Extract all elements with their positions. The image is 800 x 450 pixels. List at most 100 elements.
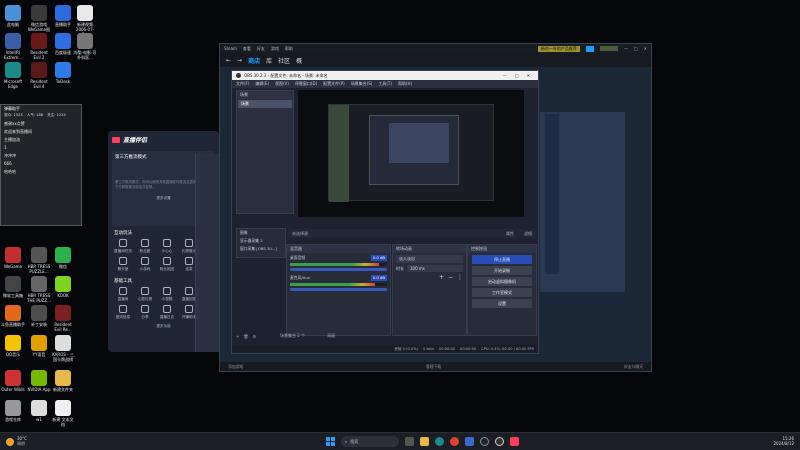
steam-menu-3[interactable]: 游戏 <box>271 46 279 52</box>
desktop-icon[interactable]: Resident Evil 4 <box>27 62 51 89</box>
interact-tool[interactable]: 小游戏 <box>134 257 156 272</box>
desktop-icon[interactable]: 新建文件夹 <box>51 370 75 392</box>
steam-menu-2[interactable]: 好友 <box>257 46 265 52</box>
interact-tool[interactable]: 粉丝团 <box>134 239 156 254</box>
steam-taskbar-icon[interactable] <box>480 437 489 446</box>
obs-close-icon[interactable]: ✕ <box>527 73 530 78</box>
clock-date[interactable]: 2024/8/12 <box>773 441 794 446</box>
friends-chat-button[interactable]: 好友与聊天 <box>624 364 643 370</box>
desktop-icon[interactable]: 直播助手 <box>51 5 75 27</box>
desktop-icon[interactable]: 斗鱼直播助手 <box>1 305 25 327</box>
obs-taskbar-icon[interactable] <box>495 437 504 446</box>
obs-maximize-icon[interactable]: □ <box>515 73 519 78</box>
nav-profile[interactable]: 概 <box>296 56 302 65</box>
scene-item[interactable]: 场景 <box>238 100 292 108</box>
obs-menu-item[interactable]: 工具(T) <box>378 81 392 87</box>
stop-streaming-button[interactable]: 停止直播 <box>472 255 532 264</box>
interact-tool[interactable]: 聊天室 <box>112 257 134 272</box>
desktop-icon[interactable]: 冷酷-电影-可外科医... <box>73 33 97 60</box>
desktop-icon[interactable]: KAROS - 三国卡牌战棋 <box>51 335 75 362</box>
base-tool[interactable]: 分享 <box>134 305 156 320</box>
forward-icon[interactable]: → <box>237 57 242 64</box>
filters-button[interactable]: 滤镜 <box>524 231 532 237</box>
steam-menu-0[interactable]: Steam <box>224 46 237 51</box>
store-icon[interactable] <box>465 437 474 446</box>
steam-avatar[interactable] <box>599 46 618 51</box>
desktop-icon[interactable]: 游戏仓库 <box>1 400 25 422</box>
add-scene-icon[interactable]: + <box>236 334 239 339</box>
volume-slider[interactable] <box>290 288 387 291</box>
virtual-camera-button[interactable]: 启动虚拟摄像机 <box>472 277 532 286</box>
nav-community[interactable]: 社区 <box>278 56 290 65</box>
settings-button[interactable]: 设置 <box>472 299 532 308</box>
source-item-1[interactable]: 显示器采集 2 <box>237 237 285 245</box>
interact-tool[interactable]: 粉丝团送 <box>156 257 178 272</box>
nav-store[interactable]: 商店 <box>248 56 260 65</box>
base-tool[interactable]: 心愿礼物 <box>134 287 156 302</box>
explorer-icon[interactable] <box>420 437 429 446</box>
scene-filter-icon[interactable]: ⚙ <box>252 334 256 339</box>
base-tool[interactable]: 小视频 <box>156 287 178 302</box>
desktop-icon[interactable]: 新建 文本文档 <box>51 400 75 427</box>
obs-menu-item[interactable]: 场景集合(S) <box>351 81 373 87</box>
volume-slider[interactable] <box>290 268 387 271</box>
desktop-icon[interactable]: NVIDIA App <box>27 370 51 392</box>
obs-menu-item[interactable]: 配置文件(P) <box>323 81 345 87</box>
steam-maximize-icon[interactable]: □ <box>634 46 638 51</box>
steam-menu-4[interactable]: 帮助 <box>285 46 293 52</box>
manage-downloads-button[interactable]: 管理下载 <box>426 364 441 370</box>
back-icon[interactable]: ← <box>226 57 231 64</box>
add-transition-icon[interactable]: + <box>439 274 444 281</box>
steam-menu-1[interactable]: 查看 <box>243 46 251 52</box>
desktop-icon[interactable]: 百度极速 <box>51 33 75 55</box>
nav-library[interactable]: 库 <box>266 56 272 65</box>
duration-value[interactable]: 300 ms <box>407 265 463 272</box>
desktop-icon[interactable]: 微软工具箱 <box>1 276 25 298</box>
desktop-icon[interactable]: QQ音乐 <box>1 335 25 357</box>
desktop-icon[interactable]: w1 <box>27 400 51 422</box>
transition-select[interactable]: 淡入淡出 <box>396 255 463 263</box>
desktop-icon[interactable]: ToDesk <box>51 62 75 84</box>
desktop-icon[interactable]: 补丁安装 <box>27 305 51 327</box>
start-recording-button[interactable]: 开始录制 <box>472 266 532 275</box>
interact-tool[interactable]: 直播间任务 <box>112 239 134 254</box>
desktop-icon[interactable]: 此电脑 <box>1 5 25 27</box>
live-taskbar-icon[interactable] <box>510 437 519 446</box>
obs-menu-item[interactable]: 停靠窗口(D) <box>295 81 317 87</box>
steam-notif-button[interactable]: 新的一年的产品推荐 <box>537 45 580 52</box>
desktop-icon[interactable]: HBR TRESS THE PUZZ... <box>27 276 51 303</box>
properties-button[interactable]: 属性 <box>506 231 514 237</box>
source-item-2[interactable]: 窗口采集 [OBS 30...] <box>237 245 285 253</box>
chrome-icon[interactable] <box>450 437 459 446</box>
desktop-icon[interactable]: 微信游戏 WeGame图 <box>27 5 51 32</box>
desktop-icon[interactable]: Intel(R) Extrem... <box>1 33 25 60</box>
obs-menu-item[interactable]: 视图(V) <box>275 81 289 87</box>
obs-menu-item[interactable]: 编辑(E) <box>255 81 269 87</box>
edge-icon[interactable] <box>435 437 444 446</box>
base-tool[interactable]: 直播日志 <box>156 305 178 320</box>
steam-close-icon[interactable]: ✕ <box>644 46 647 51</box>
base-tool[interactable]: 推流信息 <box>112 305 134 320</box>
desktop-icon[interactable]: 微信 <box>51 247 75 269</box>
base-tool[interactable]: 直播间 <box>112 287 134 302</box>
remove-transition-icon[interactable]: − <box>448 274 453 281</box>
weather-icon[interactable] <box>6 437 14 446</box>
steam-minimize-icon[interactable]: — <box>624 46 628 51</box>
obs-menu-item[interactable]: 文件(F) <box>236 81 249 87</box>
source-item-0[interactable]: 图像 <box>237 229 285 237</box>
steam-bell-icon[interactable] <box>585 45 594 52</box>
transition-menu-icon[interactable]: ⋮ <box>457 274 463 281</box>
desktop-icon[interactable]: YY语音 <box>27 335 51 357</box>
desktop-icon[interactable]: Resident Evil Re... <box>51 305 75 332</box>
desktop-icon[interactable]: Outer Wilds <box>1 370 25 392</box>
taskview-icon[interactable] <box>405 437 414 446</box>
add-game-button[interactable]: 添加游戏 <box>228 364 243 370</box>
obs-minimize-icon[interactable]: — <box>503 73 507 78</box>
start-icon[interactable] <box>326 437 335 446</box>
interact-tool[interactable]: 小心心 <box>156 239 178 254</box>
desktop-icon[interactable]: HBR TRESS PUZZLE... <box>27 247 51 274</box>
desktop-icon[interactable]: WeGame <box>1 247 25 269</box>
obs-menu-item[interactable]: 帮助(H) <box>398 81 412 87</box>
remove-scene-icon[interactable]: 🗑 <box>243 334 248 339</box>
desktop-icon[interactable]: Microsoft Edge <box>1 62 25 89</box>
